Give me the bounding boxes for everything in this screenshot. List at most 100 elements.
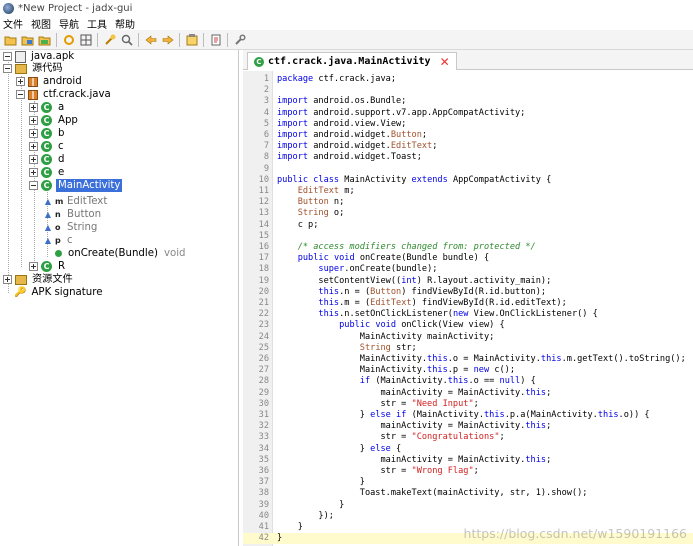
code-text: String o; xyxy=(297,208,345,219)
tree-item-class-e[interactable]: C e xyxy=(29,166,66,179)
expand-toggle[interactable] xyxy=(29,262,38,271)
code-line: 34 } else { xyxy=(243,444,693,455)
settings-icon[interactable] xyxy=(233,33,247,47)
code-text: this.n.setOnClickListener(new View.OnCli… xyxy=(318,309,598,320)
tree-item-resources[interactable]: 资源文件 xyxy=(3,273,75,286)
deobfuscation-icon[interactable] xyxy=(209,33,223,47)
tree-item-source-code[interactable]: 源代码 xyxy=(3,62,65,75)
collapse-toggle[interactable] xyxy=(3,64,12,73)
line-number: 32 xyxy=(258,421,269,432)
code-editor[interactable]: 1 package ctf.crack.java; 2 3 import android… xyxy=(243,71,693,546)
line-number: 19 xyxy=(258,275,269,286)
line-number: 17 xyxy=(258,253,269,264)
collapse-toggle[interactable] xyxy=(3,52,12,61)
tree-item-class-app[interactable]: C App xyxy=(29,114,80,127)
tree-item-apk-signature[interactable]: 🔑 APK signature xyxy=(14,286,104,299)
back-icon[interactable] xyxy=(144,33,158,47)
code-text: Button n; xyxy=(297,197,345,208)
tree-item-field-m[interactable]: ▲ m EditText xyxy=(44,195,109,208)
expand-toggle[interactable] xyxy=(29,129,38,138)
line-number: 27 xyxy=(258,365,269,376)
code-line: 3 import android.os.Bundle; xyxy=(243,96,693,107)
save-icon[interactable] xyxy=(21,33,35,47)
app-icon xyxy=(3,2,14,14)
editor-tab-mainactivity[interactable]: C ctf.crack.java.MainActivity ✕ xyxy=(247,52,457,70)
open-folder-icon[interactable] xyxy=(4,33,18,47)
close-tab-icon[interactable]: ✕ xyxy=(440,56,450,68)
find-usage-icon[interactable] xyxy=(120,33,134,47)
code-line: 40 }); xyxy=(243,511,693,522)
code-line: 32 mainActivity = MainActivity.this; xyxy=(243,421,693,432)
code-line: 17 public void onCreate(Bundle bundle) { xyxy=(243,253,693,264)
expand-toggle[interactable] xyxy=(29,168,38,177)
sync-icon[interactable] xyxy=(62,33,76,47)
code-line: 31 } else if (MainActivity.this.p.a(Main… xyxy=(243,410,693,421)
menu-navigation[interactable]: 导航 xyxy=(56,16,84,31)
code-text: Toast.makeText(mainActivity, str, 1).sho… xyxy=(277,488,588,499)
tree-item-class-r[interactable]: C R xyxy=(29,260,67,273)
tree-item-class-a[interactable]: C a xyxy=(29,101,66,114)
title-bar: *New Project - jadx-gui xyxy=(0,0,693,16)
menu-view[interactable]: 视图 xyxy=(28,16,56,31)
expand-toggle[interactable] xyxy=(29,142,38,151)
menu-tools[interactable]: 工具 xyxy=(84,16,112,31)
expand-toggle[interactable] xyxy=(29,103,38,112)
tree-item-field-p[interactable]: ▲ p c xyxy=(44,234,75,247)
tree-item-field-n[interactable]: ▲ n Button xyxy=(44,208,103,221)
expand-toggle[interactable] xyxy=(29,155,38,164)
forward-icon[interactable] xyxy=(161,33,175,47)
save-all-icon[interactable] xyxy=(38,33,52,47)
code-line: 33 str = "Congratulations"; xyxy=(243,432,693,443)
line-number: 10 xyxy=(258,174,269,185)
flat-packages-icon[interactable] xyxy=(79,33,93,47)
tree-item-method-oncreate[interactable]: ▲ onCreate(Bundle) void xyxy=(44,247,186,260)
code-line: 7 import android.widget.EditText; xyxy=(243,141,693,152)
collapse-toggle[interactable] xyxy=(16,90,25,99)
code-line: 26 MainActivity.this.o = MainActivity.th… xyxy=(243,354,693,365)
code-text: } else if (MainActivity.this.p.a(MainAct… xyxy=(277,410,650,420)
code-text: MainActivity mainActivity; xyxy=(277,331,495,342)
line-number: 11 xyxy=(258,186,269,196)
tree-guide-line xyxy=(8,62,9,293)
code-line: 27 MainActivity.this.p = new c(); xyxy=(243,365,693,376)
line-number: 6 xyxy=(263,130,269,140)
code-line: 23 public void onClick(View view) { xyxy=(243,320,693,331)
menu-help[interactable]: 帮助 xyxy=(112,16,140,31)
expand-toggle[interactable] xyxy=(3,275,12,284)
code-line: 2 xyxy=(243,85,693,96)
tree-item-package-android[interactable]: android xyxy=(16,75,84,88)
code-line: 39 } xyxy=(243,500,693,511)
field-icon: ▲ xyxy=(44,236,52,245)
line-number: 39 xyxy=(258,499,269,510)
code-text: package ctf.crack.java; xyxy=(277,74,397,84)
code-line: 36 str = "Wrong Flag"; xyxy=(243,466,693,477)
class-icon: C xyxy=(41,154,52,165)
expand-toggle[interactable] xyxy=(29,116,38,125)
code-line: 11 EditText m; xyxy=(243,186,693,197)
collapse-toggle[interactable] xyxy=(29,181,38,190)
tree-item-class-d[interactable]: C d xyxy=(29,153,66,166)
toolbar-separator xyxy=(97,32,98,47)
tree-item-field-o[interactable]: ▲ o String xyxy=(44,221,99,234)
code-line: 1 package ctf.crack.java; xyxy=(243,74,693,85)
tree-item-class-c[interactable]: C c xyxy=(29,140,66,153)
tree-item-package-ctf[interactable]: ctf.crack.java xyxy=(16,88,113,101)
code-text: this.m = (EditText) findViewById(R.id.ed… xyxy=(318,298,567,308)
log-icon[interactable] xyxy=(185,33,199,47)
tree-item-class-b[interactable]: C b xyxy=(29,127,66,140)
toolbar-separator xyxy=(56,32,57,47)
code-line: 38 Toast.makeText(mainActivity, str, 1).… xyxy=(243,488,693,499)
search-icon[interactable] xyxy=(103,33,117,47)
code-line: 8 import android.widget.Toast; xyxy=(243,152,693,163)
menu-file[interactable]: 文件 xyxy=(0,16,28,31)
line-number: 16 xyxy=(258,242,269,252)
tree-item-class-mainactivity[interactable]: C MainActivity xyxy=(29,179,123,192)
code-line: 30 str = "Need Input"; xyxy=(243,399,693,410)
code-text: mainActivity = MainActivity.this; xyxy=(277,387,552,398)
code-line: 13 String o; xyxy=(243,208,693,219)
line-number: 40 xyxy=(258,510,269,521)
code-text: if (MainActivity.this.o == null) { xyxy=(359,376,536,387)
code-text: import android.support.v7.app.AppCompatA… xyxy=(277,107,526,118)
code-text: String str; xyxy=(359,342,417,353)
expand-toggle[interactable] xyxy=(16,77,25,86)
